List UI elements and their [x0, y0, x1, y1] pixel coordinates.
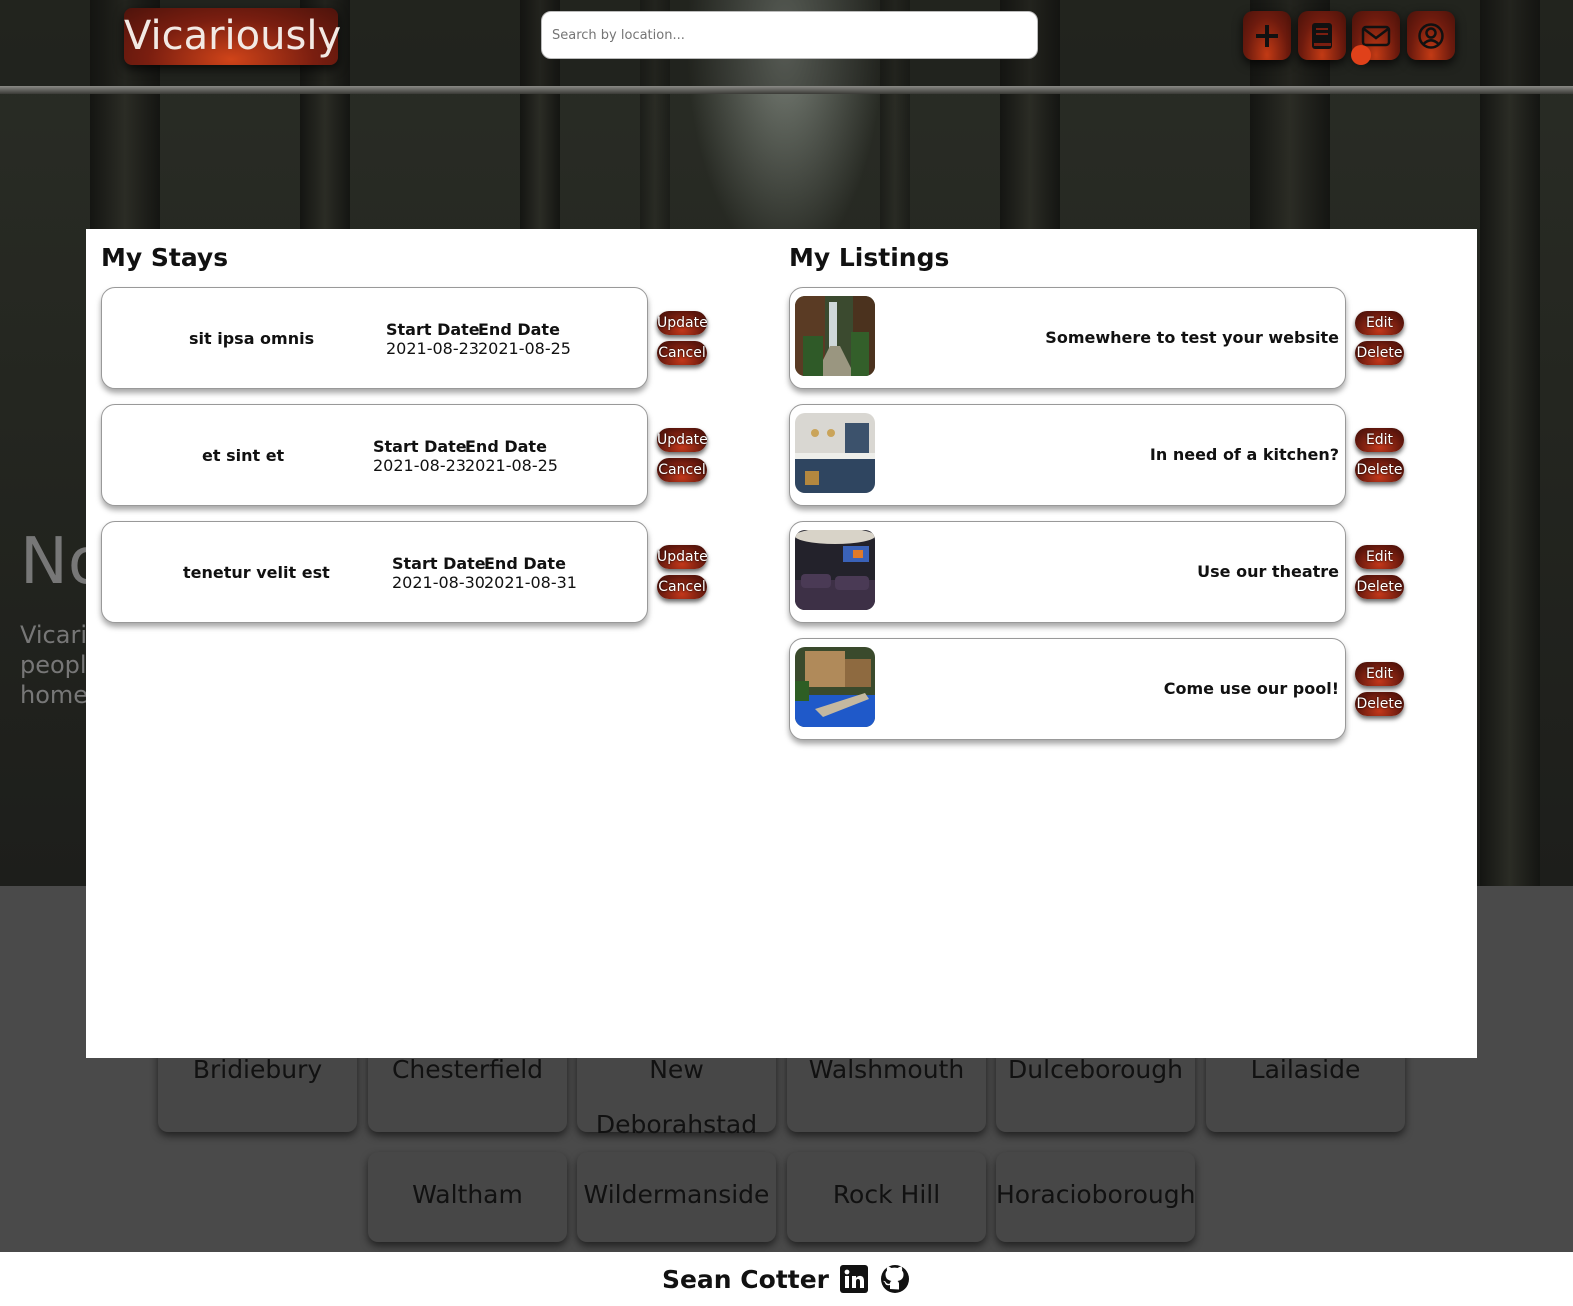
stays-heading: My Stays [101, 243, 229, 272]
listing-title: Use our theatre [1197, 562, 1339, 581]
end-date-value: 2021-08-31 [484, 573, 577, 592]
city-tile[interactable]: Rock Hill [787, 1152, 986, 1242]
navbar: Vicariously [0, 0, 1573, 86]
cancel-button[interactable]: Cancel [657, 575, 707, 599]
edit-button[interactable]: Edit [1355, 428, 1404, 452]
logo[interactable]: Vicariously [124, 8, 341, 65]
tree-trunk [1480, 0, 1540, 886]
listing-title: Come use our pool! [1163, 679, 1339, 698]
delete-button[interactable]: Delete [1355, 575, 1404, 599]
city-tile[interactable]: Horacioborough [996, 1152, 1195, 1242]
stay-card: tenetur velit est Start Date 2021-08-30 … [101, 521, 648, 623]
listings-heading: My Listings [789, 243, 950, 272]
start-date-value: 2021-08-30 [392, 573, 485, 592]
end-date: End Date 2021-08-25 [478, 320, 571, 358]
start-date: Start Date 2021-08-30 [392, 554, 486, 592]
start-date-value: 2021-08-23 [373, 456, 466, 475]
linkedin-icon[interactable] [839, 1264, 869, 1294]
navbar-divider [0, 86, 1573, 94]
stay-name: tenetur velit est [183, 563, 330, 582]
start-date-label: Start Date [386, 320, 480, 339]
listing-photo [795, 296, 875, 376]
city-tile[interactable]: Waltham [368, 1152, 567, 1242]
listing-title: Somewhere to test your website [1045, 328, 1339, 347]
delete-button[interactable]: Delete [1355, 692, 1404, 716]
update-button[interactable]: Update [657, 311, 708, 335]
start-date-label: Start Date [392, 554, 486, 573]
end-date-value: 2021-08-25 [465, 456, 558, 475]
listing-photo [795, 647, 875, 727]
mail-icon [1361, 25, 1391, 46]
account-modal: My Stays My Listings sit ipsa omnis Star… [86, 229, 1477, 1058]
listing-card[interactable]: Somewhere to test your website [789, 287, 1346, 389]
stay-card: sit ipsa omnis Start Date 2021-08-23 End… [101, 287, 648, 389]
plus-icon [1256, 24, 1278, 47]
listing-card[interactable]: In need of a kitchen? [789, 404, 1346, 506]
end-date-label: End Date [465, 437, 547, 456]
update-button[interactable]: Update [657, 428, 708, 452]
update-button[interactable]: Update [657, 545, 708, 569]
footer: Sean Cotter [0, 1252, 1573, 1306]
listing-card[interactable]: Use our theatre [789, 521, 1346, 623]
edit-button[interactable]: Edit [1355, 311, 1404, 335]
edit-button[interactable]: Edit [1355, 662, 1404, 686]
listing-title: In need of a kitchen? [1149, 445, 1339, 464]
bookings-button[interactable] [1298, 11, 1346, 60]
user-circle-icon [1418, 22, 1444, 49]
cancel-button[interactable]: Cancel [657, 341, 707, 365]
listing-photo [795, 413, 875, 493]
end-date-label: End Date [478, 320, 560, 339]
end-date: End Date 2021-08-25 [465, 437, 558, 475]
stay-card: et sint et Start Date 2021-08-23 End Dat… [101, 404, 648, 506]
delete-button[interactable]: Delete [1355, 341, 1404, 365]
listing-card[interactable]: Come use our pool! [789, 638, 1346, 740]
notification-dot [1351, 45, 1371, 65]
city-tile[interactable]: Wildermanside [577, 1152, 776, 1242]
edit-button[interactable]: Edit [1355, 545, 1404, 569]
stay-name: sit ipsa omnis [189, 329, 315, 348]
listing-photo [795, 530, 875, 610]
github-icon[interactable] [879, 1263, 911, 1295]
search-input[interactable] [541, 11, 1038, 59]
delete-button[interactable]: Delete [1355, 458, 1404, 482]
start-date-label: Start Date [373, 437, 467, 456]
author-name: Sean Cotter [661, 1264, 830, 1294]
end-date-value: 2021-08-25 [478, 339, 571, 358]
start-date-value: 2021-08-23 [386, 339, 479, 358]
add-listing-button[interactable] [1243, 11, 1291, 60]
end-date: End Date 2021-08-31 [484, 554, 577, 592]
book-icon [1312, 22, 1332, 49]
stay-name: et sint et [202, 446, 285, 465]
cancel-button[interactable]: Cancel [657, 458, 707, 482]
profile-button[interactable] [1407, 11, 1455, 60]
start-date: Start Date 2021-08-23 [373, 437, 467, 475]
end-date-label: End Date [484, 554, 566, 573]
start-date: Start Date 2021-08-23 [386, 320, 480, 358]
hero-subtitle: Vicari people home [20, 621, 90, 709]
